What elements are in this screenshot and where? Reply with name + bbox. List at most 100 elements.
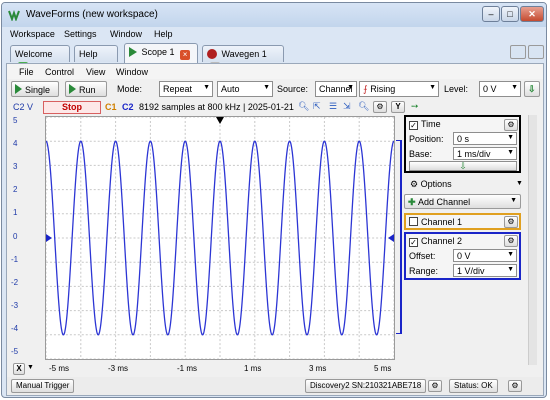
menu-file[interactable]: File [19,67,34,77]
chevron-down-icon: ▼ [263,84,270,91]
tab-help[interactable]: Help [74,45,118,62]
channel-1-indicator[interactable]: C1 [105,102,117,112]
gear-icon[interactable]: ⚙ [373,101,387,113]
options-label: Options [420,179,452,189]
chevron-down-icon: ▼ [510,197,517,204]
channel-2-offset-marker[interactable] [46,234,52,242]
time-checkbox[interactable]: ✓ [409,121,418,130]
down-arrow-icon[interactable]: ⇩ [524,81,540,97]
gear-icon[interactable]: ⚙ [504,216,518,228]
trigger-position-marker[interactable] [216,117,224,124]
tab-wavegen-1[interactable]: Wavegen 1 × [202,45,284,72]
time-expand-button[interactable]: ⇩ [409,161,517,171]
options-row[interactable]: ⚙ Options [410,179,452,190]
gear-icon[interactable]: ⚙ [504,119,518,131]
tab-help-label: Help [79,49,98,59]
main-menu-bar: Workspace Settings Window Help [2,27,546,41]
tab-scope-1-label: Scope 1 [141,47,175,57]
chevron-down-icon[interactable]: ▼ [27,364,34,371]
device-status-button[interactable]: Status: OK [449,379,498,393]
cursor-icon[interactable]: ⇲ [343,101,351,112]
chevron-down-icon[interactable]: ▼ [516,180,523,187]
level-select[interactable]: 0 V ▼ [479,81,521,97]
channel-1-header[interactable]: Channel 1 [409,217,462,227]
title-bar: WaveForms (new workspace) – □ ✕ [2,3,546,27]
single-icon [15,84,22,94]
y-tick-label: 0 [13,232,18,241]
tab-bar: Welcome + Help Scope 1 × Wavegen 1 × [2,41,546,72]
range-label: Range: [409,266,439,276]
auto-select[interactable]: Auto ▼ [217,81,273,97]
x-tick-label: -3 ms [108,364,128,373]
add-channel-button[interactable]: ✚ Add Channel ▼ [404,194,521,209]
mode-select[interactable]: Repeat ▼ [159,81,213,97]
menu-view[interactable]: View [86,67,105,77]
panel-scrollbar[interactable] [528,115,537,365]
scope-status-bar: Manual Trigger Discovery2 SN:210321ABE71… [7,377,543,395]
tab-wavegen-1-label: Wavegen 1 [221,49,267,59]
offset-select[interactable]: 0 V ▼ [453,249,517,262]
time-header[interactable]: ✓ Time [409,119,441,130]
gear-icon: ⚙ [410,179,421,189]
source-label: Source: [277,84,309,94]
chevron-down-icon: ▼ [203,84,210,91]
x-axis-button[interactable]: X [13,363,25,375]
x-tick-label: 5 ms [374,364,392,373]
trigger-edge-select[interactable]: ⨍ Rising ▼ [359,81,439,97]
menu-workspace[interactable]: Workspace [10,29,55,39]
menu-help[interactable]: Help [154,29,173,39]
menu-settings[interactable]: Settings [64,29,97,39]
device-info-button[interactable]: Discovery2 SN:210321ABE718 [305,379,427,393]
channel-1-box: Channel 1 ⚙ [404,213,521,230]
channel-2-checkbox[interactable]: ✓ [409,238,418,247]
trigger-level-marker[interactable] [388,234,394,242]
channel-2-indicator[interactable]: C2 [122,102,134,112]
scope-panel: File Control View Window Single Run Mode… [6,63,544,396]
chevron-down-icon: ▼ [507,134,514,141]
menu-scope-window[interactable]: Window [116,67,148,77]
y-axis-button[interactable]: Y [391,101,405,113]
close-button[interactable]: ✕ [520,6,544,22]
y-tick-label: 4 [13,139,18,148]
tab-welcome[interactable]: Welcome + [10,45,70,72]
gear-icon[interactable]: ⚙ [504,235,518,247]
magnifier-icon[interactable]: 🔍︎ [358,101,369,112]
play-icon [129,47,137,57]
y-tick-label: -4 [11,324,19,333]
zoom-icon[interactable]: 🔍︎ [298,101,309,112]
maximize-button[interactable]: □ [501,6,519,22]
gear-icon[interactable]: ⚙ [508,380,522,392]
manual-trigger-button[interactable]: Manual Trigger [11,379,75,393]
range-select[interactable]: 1 V/div ▼ [453,264,517,277]
single-label: Single [25,85,51,95]
close-tab-icon[interactable]: × [180,50,191,60]
channel-2-header[interactable]: ✓ Channel 2 [409,236,462,247]
scope-plot[interactable] [45,116,395,360]
tab-scope-1[interactable]: Scope 1 × [124,43,198,63]
minimize-button[interactable]: – [482,6,500,22]
settings-panel: ✓ Time ⚙ Position: 0 s ▼ Base: 1 ms/div ▼ ⇩… [404,100,541,390]
y-tick-label: -5 [11,347,19,356]
x-tick-label: -1 ms [177,364,197,373]
zoom-y-icon[interactable]: ☰ [329,101,337,112]
panel-layout-icon[interactable] [528,45,544,59]
mode-label: Mode: [117,84,143,94]
scope-menu-bar: File Control View Window [7,64,543,79]
menu-window[interactable]: Window [110,29,142,39]
run-button[interactable]: Run [65,81,107,97]
single-button[interactable]: Single [11,81,59,97]
panel-layout-icon[interactable] [510,45,526,59]
position-select[interactable]: 0 s ▼ [453,132,517,145]
channel-1-checkbox[interactable] [409,217,418,226]
app-window: WaveForms (new workspace) – □ ✕ Workspac… [1,2,547,398]
source-select[interactable]: Channel ▼ [315,81,357,97]
y-tick-label: 2 [13,185,18,194]
channel-2-box: ✓ Channel 2 ⚙ Offset: 0 V ▼ Range: 1 V/div… [404,232,521,280]
gear-icon[interactable]: ⚙ [428,380,442,392]
base-select[interactable]: 1 ms/div ▼ [453,147,517,160]
zoom-x-icon[interactable]: ⇱ [313,101,321,112]
auto-value: Auto [221,84,240,94]
range-value: 1 V/div [457,266,485,276]
menu-control[interactable]: Control [45,67,74,77]
run-icon [69,84,76,94]
